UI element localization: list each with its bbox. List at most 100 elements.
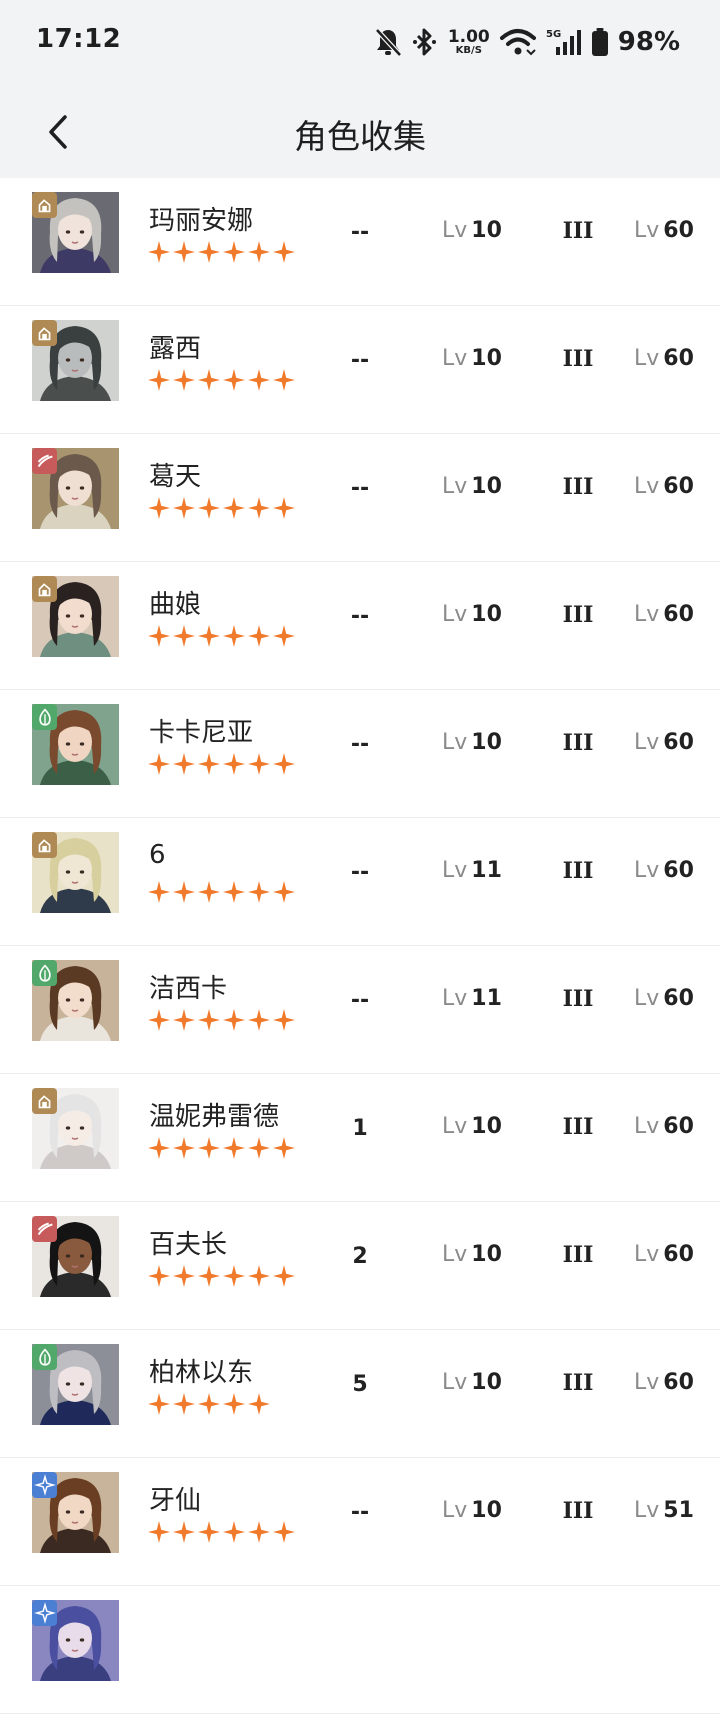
star-icon — [223, 1137, 245, 1159]
star-icon — [148, 1521, 170, 1543]
element-gold-icon — [32, 320, 57, 346]
insight-tier: III — [562, 346, 594, 372]
rarity-stars — [147, 1136, 296, 1160]
element-gold-icon — [32, 192, 57, 218]
character-name: 柏林以东 — [149, 1358, 254, 1388]
max-level: Lv 60 — [634, 346, 694, 371]
character-row[interactable]: 卡卡尼亚 -- Lv 10 III Lv 60 — [0, 690, 720, 818]
max-level: Lv 60 — [634, 1370, 694, 1395]
element-gold-icon — [32, 832, 57, 858]
max-level-value: 60 — [663, 986, 694, 1011]
star-icon — [198, 753, 220, 775]
star-icon — [148, 241, 170, 263]
rank-value: -- — [350, 732, 370, 757]
character-row[interactable]: 葛天 -- Lv 10 III Lv 60 — [0, 434, 720, 562]
rarity-stars — [147, 1520, 296, 1544]
star-icon — [148, 1009, 170, 1031]
max-level: Lv 60 — [634, 986, 694, 1011]
star-icon — [198, 1009, 220, 1031]
star-icon — [273, 241, 295, 263]
star-icon — [273, 1009, 295, 1031]
level-label: Lv — [442, 346, 468, 371]
max-level-value: 60 — [663, 730, 694, 755]
rank-value: 2 — [352, 1244, 368, 1269]
star-icon — [148, 369, 170, 391]
character-level: Lv 10 — [442, 730, 502, 755]
rarity-stars — [147, 1392, 271, 1416]
character-row[interactable]: 玛丽安娜 -- Lv 10 III Lv 60 — [0, 178, 720, 306]
max-level-value: 60 — [663, 218, 694, 243]
star-icon — [223, 1009, 245, 1031]
character-name: 曲娘 — [149, 590, 202, 620]
character-name: 卡卡尼亚 — [149, 718, 254, 748]
star-icon — [198, 881, 220, 903]
star-icon — [148, 881, 170, 903]
character-list[interactable]: 玛丽安娜 -- Lv 10 III Lv 60 露西 -- Lv 10 III Lv 60 葛天 -- Lv 10… — [0, 178, 720, 1714]
max-level-value: 51 — [663, 1498, 694, 1523]
level-label: Lv — [442, 1370, 468, 1395]
insight-tier: III — [562, 1114, 594, 1140]
character-row[interactable]: 曲娘 -- Lv 10 III Lv 60 — [0, 562, 720, 690]
character-level: Lv 11 — [442, 986, 502, 1011]
level-label: Lv — [442, 1242, 468, 1267]
level-value: 10 — [471, 1114, 502, 1139]
character-row[interactable]: 牙仙 -- Lv 10 III Lv 51 — [0, 1458, 720, 1586]
character-row[interactable] — [0, 1586, 720, 1714]
max-level-label: Lv — [634, 346, 660, 371]
star-icon — [248, 753, 270, 775]
star-icon — [248, 1393, 270, 1415]
insight-tier: III — [562, 1370, 594, 1396]
star-icon — [173, 753, 195, 775]
character-row[interactable]: 露西 -- Lv 10 III Lv 60 — [0, 306, 720, 434]
character-name: 玛丽安娜 — [149, 206, 254, 236]
star-icon — [148, 497, 170, 519]
star-icon — [248, 1521, 270, 1543]
rank-value: -- — [350, 476, 370, 501]
max-level-label: Lv — [634, 474, 660, 499]
star-icon — [173, 497, 195, 519]
star-icon — [248, 1137, 270, 1159]
character-row[interactable]: 6 -- Lv 11 III Lv 60 — [0, 818, 720, 946]
star-icon — [248, 369, 270, 391]
character-level: Lv 10 — [442, 1370, 502, 1395]
level-label: Lv — [442, 730, 468, 755]
star-icon — [148, 1265, 170, 1287]
level-label: Lv — [442, 858, 468, 883]
character-row[interactable]: 百夫长 2 Lv 10 III Lv 60 — [0, 1202, 720, 1330]
status-time: 17:12 — [36, 24, 122, 54]
level-label: Lv — [442, 218, 468, 243]
star-icon — [248, 241, 270, 263]
character-row[interactable]: 柏林以东 5 Lv 10 III Lv 60 — [0, 1330, 720, 1458]
character-row[interactable]: 温妮弗雷德 1 Lv 10 III Lv 60 — [0, 1074, 720, 1202]
star-icon — [173, 1009, 195, 1031]
element-gold-icon — [32, 576, 57, 602]
rank-value: -- — [350, 860, 370, 885]
level-label: Lv — [442, 602, 468, 627]
character-level: Lv 10 — [442, 218, 502, 243]
battery-percent: 98% — [617, 27, 680, 57]
star-icon — [173, 1137, 195, 1159]
rank-value: 5 — [352, 1372, 368, 1397]
level-value: 10 — [471, 346, 502, 371]
net-speed-unit: KB/S — [455, 44, 482, 56]
rank-value: -- — [350, 604, 370, 629]
character-level — [442, 1626, 446, 1651]
max-level: Lv 60 — [634, 858, 694, 883]
insight-tier: III — [562, 474, 594, 500]
level-label: Lv — [442, 474, 468, 499]
star-icon — [223, 625, 245, 647]
insight-tier: III — [562, 602, 594, 628]
level-value: 10 — [471, 730, 502, 755]
rarity-stars — [147, 496, 296, 520]
star-icon — [173, 369, 195, 391]
insight-tier: III — [562, 218, 594, 244]
level-label: Lv — [442, 1498, 468, 1523]
star-icon — [198, 497, 220, 519]
bluetooth-icon — [412, 28, 436, 56]
star-icon — [223, 753, 245, 775]
level-label: Lv — [442, 986, 468, 1011]
rank-value: -- — [350, 1500, 370, 1525]
level-value: 10 — [471, 1498, 502, 1523]
rarity-stars — [147, 1008, 296, 1032]
character-row[interactable]: 洁西卡 -- Lv 11 III Lv 60 — [0, 946, 720, 1074]
